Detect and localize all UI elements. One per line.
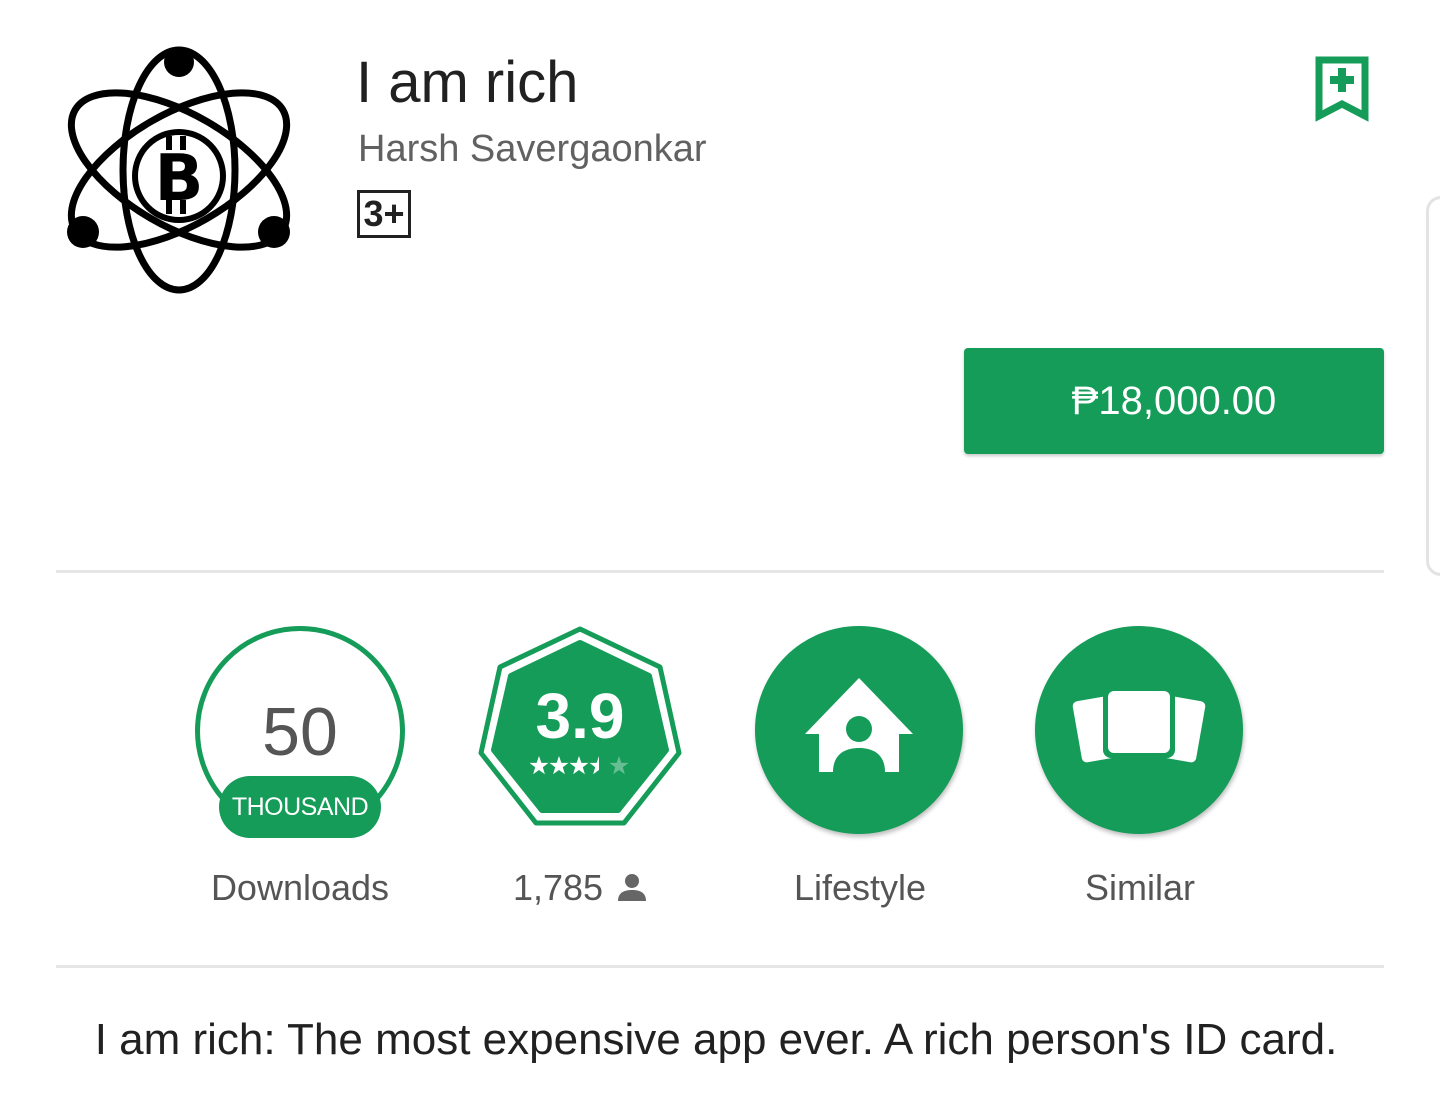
category-badge[interactable] bbox=[755, 626, 965, 836]
downloads-badge: 50 THOUSAND bbox=[195, 626, 405, 838]
app-description[interactable]: I am rich: The most expensive app ever. … bbox=[0, 1012, 1432, 1068]
similar-button[interactable] bbox=[1035, 626, 1243, 834]
bookmark-plus-icon bbox=[1315, 56, 1369, 122]
rating-count: 1,785 bbox=[512, 867, 604, 908]
rating-count-label: 1,785 bbox=[460, 866, 700, 910]
star-icon bbox=[569, 756, 589, 775]
rating-stat[interactable]: 3.9 1,785 bbox=[460, 626, 700, 908]
downloads-label: Downloads bbox=[210, 867, 390, 908]
star-icon bbox=[529, 756, 549, 775]
house-person-icon bbox=[805, 678, 913, 772]
atom-bitcoin-icon: B bbox=[67, 46, 291, 294]
scroll-edge-indicator bbox=[1426, 196, 1440, 576]
divider bbox=[56, 965, 1384, 968]
similar-badge[interactable] bbox=[1035, 626, 1245, 836]
app-details-page: B I am rich Harsh Savergaonkar 3+ ₱18,00… bbox=[0, 0, 1440, 1115]
stacked-cards-icon bbox=[1072, 686, 1206, 763]
rating-stars bbox=[529, 756, 629, 775]
buy-button[interactable]: ₱18,000.00 bbox=[964, 348, 1384, 454]
downloads-unit-pill: THOUSAND bbox=[219, 776, 381, 838]
similar-stat[interactable]: Similar bbox=[1020, 626, 1260, 908]
app-icon: B bbox=[58, 42, 298, 297]
category-label: Lifestyle bbox=[793, 867, 927, 908]
person-icon bbox=[618, 874, 647, 901]
app-title: I am rich bbox=[356, 50, 579, 115]
developer-link[interactable]: Harsh Savergaonkar bbox=[358, 126, 707, 172]
similar-label: Similar bbox=[1084, 867, 1195, 908]
star-icon bbox=[549, 756, 569, 775]
downloads-number: 50 bbox=[262, 694, 338, 770]
add-to-wishlist-button[interactable] bbox=[1314, 56, 1370, 122]
rating-value: 3.9 bbox=[535, 680, 625, 752]
star-empty-icon bbox=[609, 756, 629, 775]
rating-badge[interactable]: 3.9 bbox=[475, 626, 685, 836]
divider bbox=[56, 570, 1384, 573]
svg-text:B: B bbox=[155, 142, 204, 216]
content-rating-badge[interactable]: 3+ bbox=[357, 190, 411, 238]
category-button[interactable] bbox=[755, 626, 963, 834]
half-star-icon bbox=[589, 756, 599, 775]
category-stat[interactable]: Lifestyle bbox=[740, 626, 980, 908]
downloads-stat: 50 THOUSAND Downloads bbox=[180, 626, 420, 908]
